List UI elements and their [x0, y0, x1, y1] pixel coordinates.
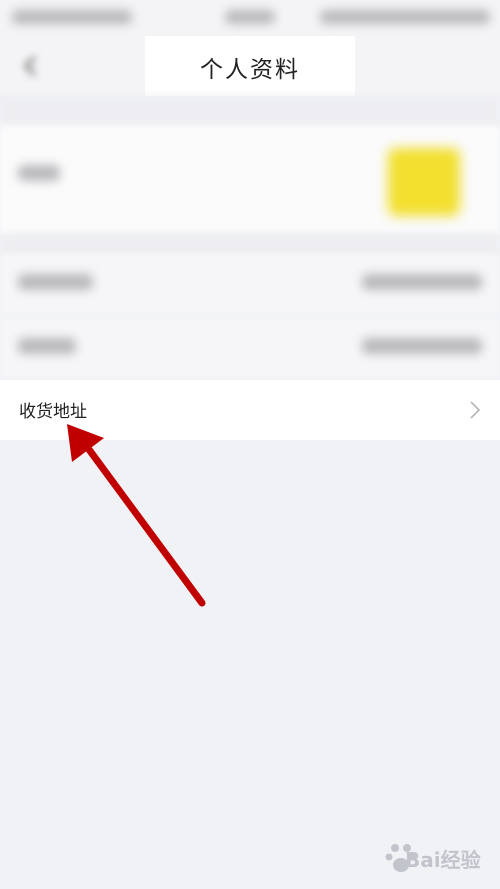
avatar[interactable]	[388, 148, 460, 216]
section-gap	[0, 96, 500, 126]
address-row[interactable]: 收货地址	[0, 380, 500, 440]
profile-row-2-value-blur	[362, 338, 482, 354]
profile-row-2-label-blur	[18, 338, 76, 354]
page-title: 个人资料	[200, 57, 300, 83]
avatar-row-label-blur	[18, 165, 60, 181]
baidu-jingyan-watermark: Bai经验	[381, 838, 493, 876]
profile-row-1-label-blur	[18, 274, 93, 290]
status-bar-time-blur	[225, 10, 275, 24]
status-bar-indicators-blur	[320, 10, 490, 24]
watermark-text: Bai经验	[405, 848, 481, 872]
profile-screen: 个人资料 收货地址 Bai经验	[0, 0, 500, 889]
address-row-label: 收货地址	[19, 402, 87, 422]
chevron-right-icon	[470, 401, 481, 419]
status-bar	[0, 0, 500, 36]
profile-row-1-value-blur	[362, 274, 482, 290]
header: 个人资料	[0, 36, 500, 96]
status-bar-carrier-blur	[12, 10, 132, 24]
